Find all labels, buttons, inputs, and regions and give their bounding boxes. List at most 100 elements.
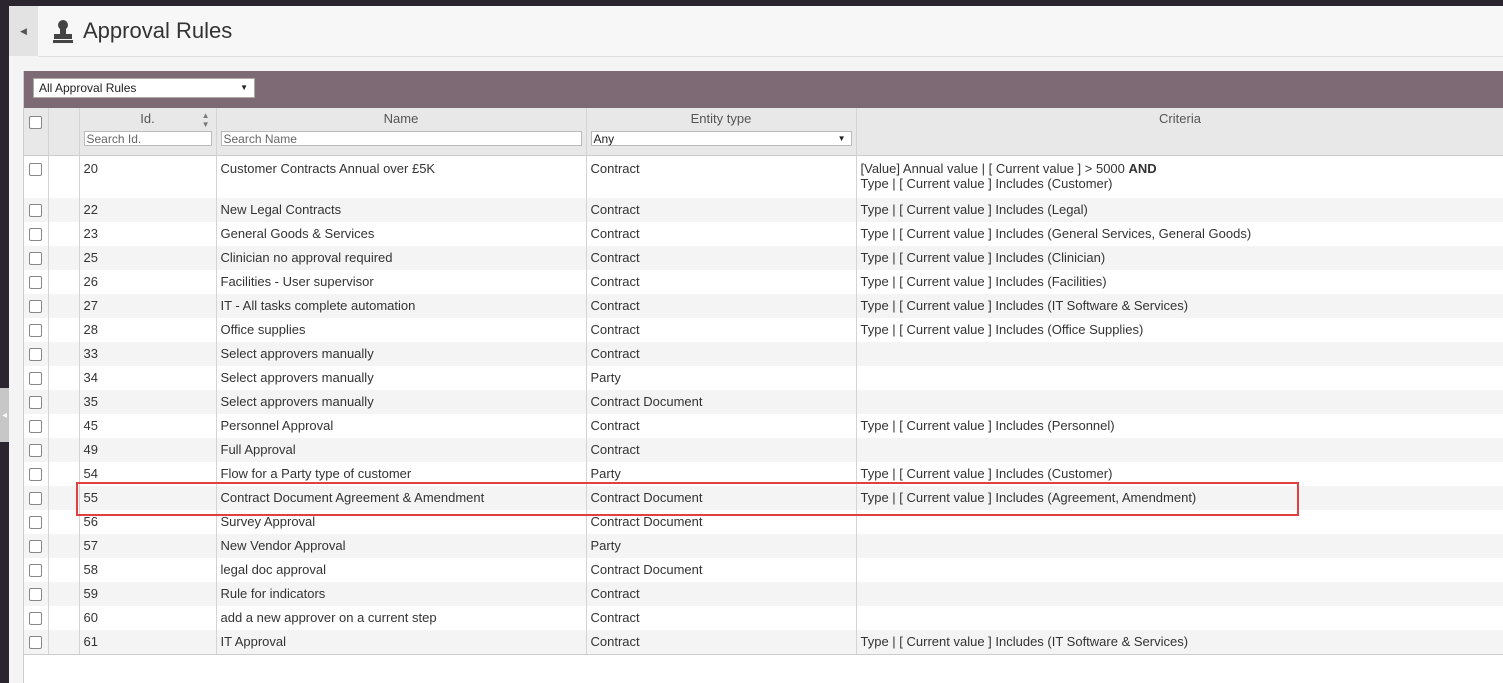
row-checkbox[interactable] <box>29 516 43 530</box>
entity-type-value: Any <box>593 132 615 146</box>
name-column-header[interactable]: Name Search Name <box>216 108 587 156</box>
row-name[interactable]: add a new approver on a current step <box>216 606 587 630</box>
rules-filter-select[interactable]: All Approval Rules ▼ <box>33 78 255 98</box>
row-checkbox-cell <box>24 606 49 630</box>
table-row[interactable]: 20 Customer Contracts Annual over £5K Cont… <box>24 155 1503 198</box>
name-search-input[interactable]: Search Name <box>220 131 582 146</box>
row-id: 23 <box>79 222 217 246</box>
row-name[interactable]: Select approvers manually <box>216 390 587 414</box>
row-checkbox[interactable] <box>29 252 43 266</box>
row-name[interactable]: Flow for a Party type of customer <box>216 462 587 486</box>
row-name[interactable]: Full Approval <box>216 438 587 462</box>
row-checkbox[interactable] <box>29 396 43 410</box>
table-row[interactable]: 27 IT - All tasks complete automation Cont… <box>24 294 1503 318</box>
table-row[interactable]: 25 Clinician no approval required Contract… <box>24 246 1503 270</box>
row-name[interactable]: Office supplies <box>216 318 587 342</box>
row-name[interactable]: Customer Contracts Annual over £5K <box>216 155 587 198</box>
blank-header <box>48 108 80 156</box>
table-row[interactable]: 45 Personnel Approval Contract Type | [ Cur… <box>24 414 1503 438</box>
row-name[interactable]: General Goods & Services <box>216 222 587 246</box>
row-entity-type: Contract <box>586 630 857 655</box>
id-search-input[interactable]: Search Id. <box>83 131 212 146</box>
row-name[interactable]: IT Approval <box>216 630 587 655</box>
row-checkbox-cell <box>24 155 49 198</box>
row-checkbox[interactable] <box>29 372 43 386</box>
id-column-header[interactable]: Id. ▲ ▼ Search Id. <box>79 108 217 156</box>
row-id: 57 <box>79 534 217 558</box>
row-checkbox[interactable] <box>29 444 43 458</box>
table-row[interactable]: 56 Survey Approval Contract Document <box>24 510 1503 534</box>
row-checkbox[interactable] <box>29 492 43 506</box>
table-row[interactable]: 55 Contract Document Agreement & Amendmen… <box>24 486 1503 510</box>
row-id: 27 <box>79 294 217 318</box>
side-panel-handle[interactable]: ◀ <box>0 388 9 442</box>
row-blank-cell <box>48 198 80 222</box>
table-row[interactable]: 61 IT Approval Contract Type | [ Current va… <box>24 630 1503 655</box>
row-checkbox[interactable] <box>29 228 43 242</box>
row-entity-type: Contract <box>586 155 857 198</box>
row-checkbox[interactable] <box>29 300 43 314</box>
rules-filter-value: All Approval Rules <box>39 81 137 95</box>
row-checkbox[interactable] <box>29 276 43 290</box>
table-row[interactable]: 49 Full Approval Contract <box>24 438 1503 462</box>
row-id: 54 <box>79 462 217 486</box>
row-checkbox[interactable] <box>29 324 43 338</box>
row-name[interactable]: Select approvers manually <box>216 342 587 366</box>
row-name[interactable]: Survey Approval <box>216 510 587 534</box>
caret-left-icon: ◀ <box>20 25 27 36</box>
row-checkbox[interactable] <box>29 612 43 626</box>
table-row[interactable]: 54 Flow for a Party type of customer Party… <box>24 462 1503 486</box>
row-id: 35 <box>79 390 217 414</box>
row-name[interactable]: New Legal Contracts <box>216 198 587 222</box>
row-criteria: Type | [ Current value ] Includes (Offic… <box>856 318 1503 342</box>
row-blank-cell <box>48 582 80 606</box>
row-name[interactable]: IT - All tasks complete automation <box>216 294 587 318</box>
select-all-checkbox[interactable] <box>29 116 43 130</box>
row-blank-cell <box>48 155 80 198</box>
row-name[interactable]: legal doc approval <box>216 558 587 582</box>
collapse-sidebar-button[interactable]: ◀ <box>9 6 39 56</box>
row-checkbox-cell <box>24 582 49 606</box>
row-criteria <box>856 534 1503 558</box>
entity-type-select[interactable]: Any ▼ <box>590 131 852 146</box>
row-name[interactable]: Rule for indicators <box>216 582 587 606</box>
criteria-column-header[interactable]: Criteria <box>856 108 1503 156</box>
table-row[interactable]: 26 Facilities - User supervisor Contract Ty… <box>24 270 1503 294</box>
table-row[interactable]: 60 add a new approver on a current step Co… <box>24 606 1503 630</box>
row-checkbox[interactable] <box>29 163 43 177</box>
row-checkbox[interactable] <box>29 204 43 218</box>
row-checkbox[interactable] <box>29 588 43 602</box>
row-name[interactable]: Clinician no approval required <box>216 246 587 270</box>
table-row[interactable]: 23 General Goods & Services Contract Type |… <box>24 222 1503 246</box>
table-row[interactable]: 59 Rule for indicators Contract <box>24 582 1503 606</box>
table-row[interactable]: 33 Select approvers manually Contract <box>24 342 1503 366</box>
row-criteria: Type | [ Current value ] Includes (Agree… <box>856 486 1503 510</box>
table-row[interactable]: 34 Select approvers manually Party <box>24 366 1503 390</box>
row-name[interactable]: Contract Document Agreement & Amendment <box>216 486 587 510</box>
table-row[interactable]: 28 Office supplies Contract Type | [ Curren… <box>24 318 1503 342</box>
row-name[interactable]: Select approvers manually <box>216 366 587 390</box>
row-checkbox-cell <box>24 270 49 294</box>
row-name[interactable]: New Vendor Approval <box>216 534 587 558</box>
row-name[interactable]: Facilities - User supervisor <box>216 270 587 294</box>
table-row[interactable]: 58 legal doc approval Contract Document <box>24 558 1503 582</box>
row-checkbox[interactable] <box>29 468 43 482</box>
entity-column-header[interactable]: Entity type Any ▼ <box>586 108 857 156</box>
row-checkbox-cell <box>24 438 49 462</box>
row-checkbox[interactable] <box>29 564 43 578</box>
row-checkbox-cell <box>24 294 49 318</box>
row-checkbox[interactable] <box>29 636 43 650</box>
row-checkbox[interactable] <box>29 420 43 434</box>
table-row[interactable]: 57 New Vendor Approval Party <box>24 534 1503 558</box>
entity-header-label: Entity type <box>690 111 752 126</box>
row-checkbox-cell <box>24 630 49 655</box>
criteria-text: Type | [ Current value ] Includes (Legal… <box>860 202 1088 217</box>
row-entity-type: Contract <box>586 582 857 606</box>
table-row[interactable]: 22 New Legal Contracts Contract Type | [ Cu… <box>24 198 1503 222</box>
page-title: Approval Rules <box>83 18 233 43</box>
row-name[interactable]: Personnel Approval <box>216 414 587 438</box>
row-checkbox[interactable] <box>29 348 43 362</box>
row-checkbox[interactable] <box>29 540 43 554</box>
table-row[interactable]: 35 Select approvers manually Contract Docu… <box>24 390 1503 414</box>
row-id: 22 <box>79 198 217 222</box>
